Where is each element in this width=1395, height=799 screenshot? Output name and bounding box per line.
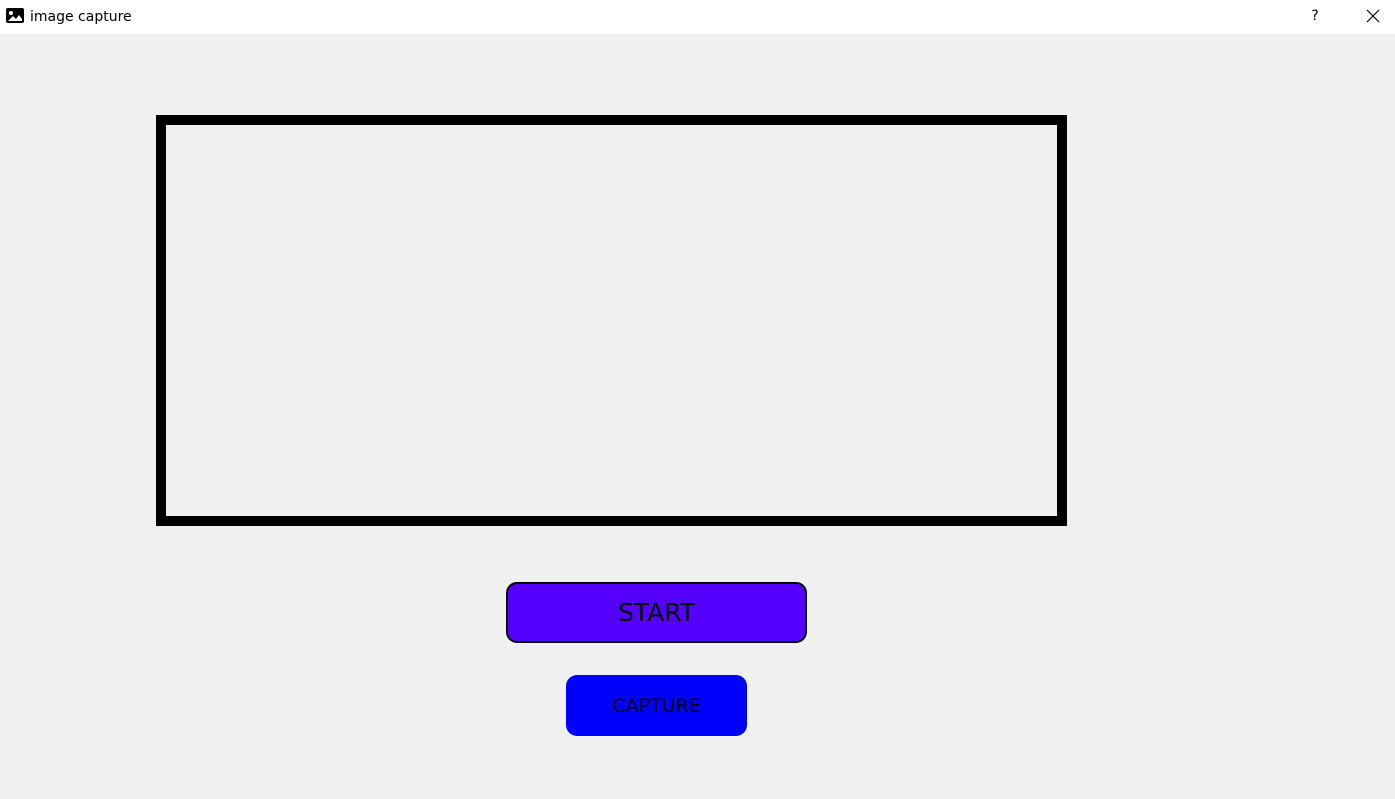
capture-button[interactable]: CAPTURE bbox=[566, 675, 747, 736]
app-window: image capture ? START CAPTURE bbox=[0, 0, 1395, 799]
window-title: image capture bbox=[30, 9, 132, 25]
camera-preview-frame bbox=[156, 115, 1067, 526]
start-button[interactable]: START bbox=[506, 582, 807, 643]
title-bar: image capture ? bbox=[0, 0, 1395, 34]
close-button[interactable] bbox=[1356, 0, 1390, 32]
image-icon bbox=[5, 7, 25, 24]
close-icon bbox=[1366, 9, 1380, 23]
help-button[interactable]: ? bbox=[1300, 0, 1330, 32]
